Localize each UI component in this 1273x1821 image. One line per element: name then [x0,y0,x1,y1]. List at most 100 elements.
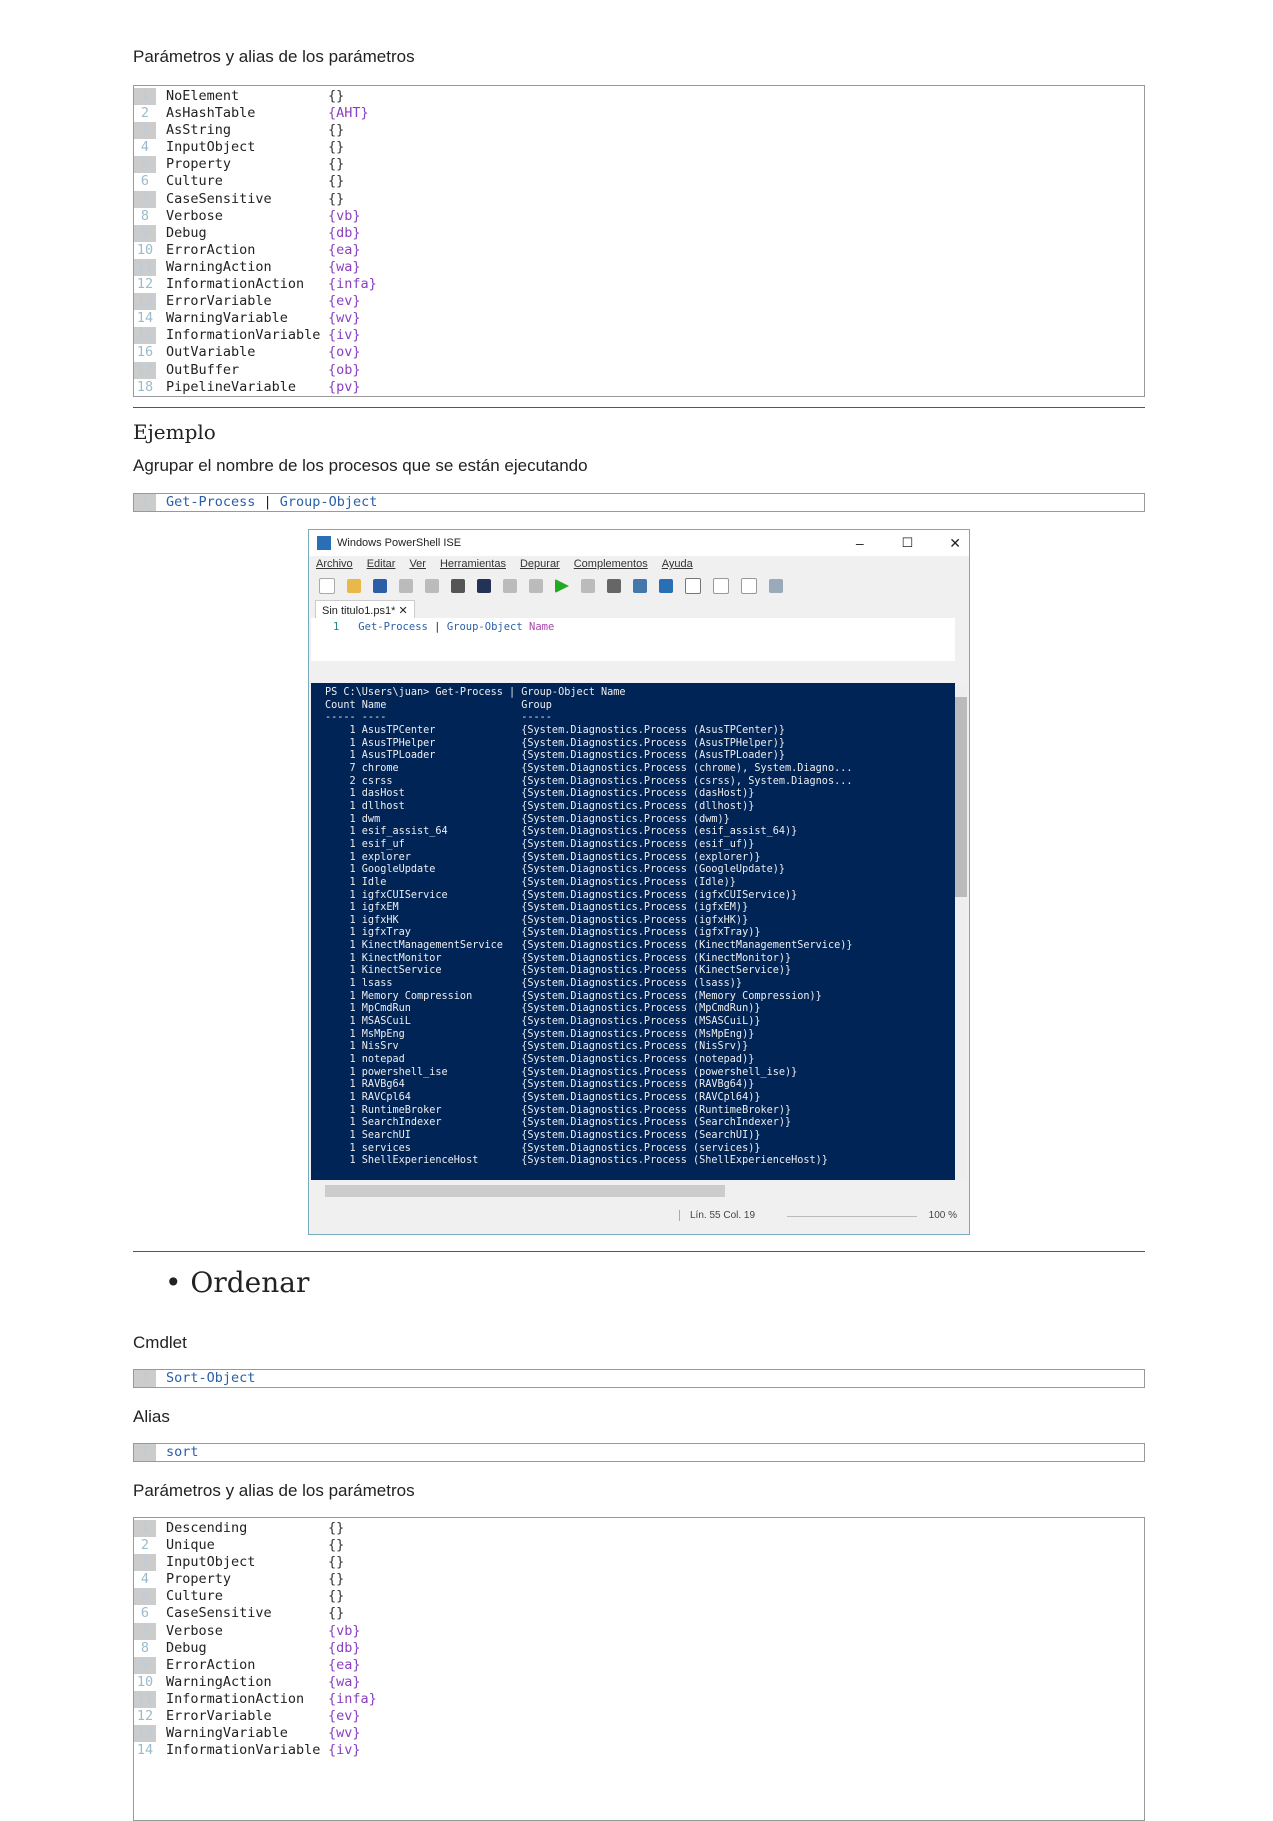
line-number: 1 [134,1370,156,1388]
example-description: Agrupar el nombre de los procesos que se… [133,456,588,475]
param-alias: {} [328,1588,345,1605]
console-row: 1 MSASCuiL {System.Diagnostics.Process (… [325,1016,761,1028]
console-row: 1 igfxEM {System.Diagnostics.Process (ig… [325,902,749,914]
console-scrollbar[interactable] [955,683,967,1180]
copy-icon[interactable] [425,579,439,593]
zoom-slider[interactable] [787,1216,917,1217]
menu-item[interactable]: Archivo [316,558,353,570]
line-number: 9 [134,1656,156,1674]
console-icon[interactable] [477,579,491,593]
menu-item[interactable]: Editar [367,558,396,570]
param-name: ErrorAction [166,241,256,258]
powershell-icon[interactable] [659,579,673,593]
horizontal-scrollbar[interactable] [325,1185,725,1197]
console-row: 1 Idle {System.Diagnostics.Process (Idle… [325,876,736,888]
menu-item[interactable]: Depurar [520,558,560,570]
close-tab-icon[interactable]: ✕ [398,605,407,617]
layout-top-icon[interactable] [685,578,701,594]
line-number: 8 [140,207,150,224]
cut-icon[interactable] [399,579,413,593]
layout-right-icon[interactable] [713,578,729,594]
menu-item[interactable]: Ayuda [662,558,693,570]
example-heading: Ejemplo [133,420,216,444]
console-row: 1 KinectService {System.Diagnostics.Proc… [325,965,792,977]
alias-label: Alias [133,1407,170,1426]
paste-icon[interactable] [451,579,465,593]
tab-script[interactable]: Sin titulo1.ps1* ✕ [315,600,415,620]
line-number: 2 [140,1537,150,1554]
code-pipe: | [427,621,447,633]
param-name: Debug [166,224,207,241]
code-pipe: | [255,494,280,510]
remote-icon[interactable] [633,579,647,593]
redo-icon[interactable] [529,579,543,593]
param-row: 12 ErrorVariable {ev} [134,1708,1144,1725]
param-name: ErrorAction [166,1656,256,1673]
title-bar: Windows PowerShell ISE – ☐ ✕ [309,530,969,556]
param-name: Descending [166,1520,248,1536]
new-icon[interactable] [319,578,335,594]
param-alias: {db} [328,1639,361,1656]
param-row: 4 InputObject {} [134,139,1144,156]
save-icon[interactable] [373,579,387,593]
param-row: 9 ErrorAction {ea} [134,1656,1144,1674]
param-row: 10 ErrorAction {ea} [134,242,1144,259]
console-row: 1 lsass {System.Diagnostics.Process (lsa… [325,978,743,990]
code-arg: Name [522,621,555,633]
menu-item[interactable]: Herramientas [440,558,506,570]
line-number: 6 [140,173,150,190]
line-number: 4 [140,139,150,156]
line-number: 14 [136,1742,154,1759]
line-number: 18 [136,378,154,395]
run-selection-icon[interactable] [581,579,595,593]
run-icon[interactable] [555,579,569,593]
param-alias: {infa} [328,1690,377,1707]
param-name: WarningVariable [166,1725,288,1742]
param-alias: {} [328,122,345,139]
line-number: 16 [136,344,154,361]
param-name: Verbose [166,207,223,224]
powershell-icon [317,536,331,550]
console-row: 1 explorer {System.Diagnostics.Process (… [325,851,761,863]
param-row: 10 WarningAction {wa} [134,1674,1144,1691]
param-row: 5 Culture {} [134,1588,1144,1606]
params-title: Parámetros y alias de los parámetros [133,1481,415,1500]
close-button[interactable]: ✕ [949,535,961,552]
param-name: CaseSensitive [166,1605,272,1622]
param-name: PipelineVariable [166,378,297,395]
powershell-ise-window: Windows PowerShell ISE – ☐ ✕ Archivo Editar V… [308,529,970,1235]
param-name: InputObject [166,139,256,156]
undo-icon[interactable] [503,579,517,593]
menu-item[interactable]: Ver [409,558,426,570]
param-name: AsString [166,122,232,139]
console-row: 1 GoogleUpdate {System.Diagnostics.Proce… [325,864,786,876]
menu-item[interactable]: Complementos [574,558,648,570]
line-number: 5 [134,156,156,174]
line-number: 13 [134,293,156,311]
param-name: InformationVariable [166,1742,321,1759]
console-row: 1 NisSrv {System.Diagnostics.Process (Ni… [325,1041,749,1053]
commands-icon[interactable] [769,579,783,593]
param-row: 8 Verbose {vb} [134,208,1144,225]
param-alias: {} [328,190,345,207]
line-number: 11 [134,258,156,277]
script-editor[interactable]: 1 Get-Process | Group-Object Name [311,618,955,661]
maximize-button[interactable]: ☐ [902,535,914,551]
divider [133,1251,1145,1252]
console-row: 1 MpCmdRun {System.Diagnostics.Process (… [325,1003,761,1015]
param-name: NoElement [166,88,240,104]
params-code-block: 1 NoElement {} 2 AsHashTable {AHT} 3 AsString {}… [133,85,1145,397]
console-prompt: PS C:\Users\juan> Get-Process | Group-Ob… [325,687,626,698]
param-alias: {pv} [328,378,361,395]
console-row: 7 chrome {System.Diagnostics.Process (ch… [325,762,853,774]
console-row: 1 RuntimeBroker {System.Diagnostics.Proc… [325,1104,792,1116]
param-row: 14 WarningVariable {wv} [134,310,1144,327]
param-alias: {ob} [328,361,361,378]
minimize-button[interactable]: – [856,535,864,551]
stop-icon[interactable] [607,579,621,593]
param-alias: {wv} [328,1725,361,1742]
open-icon[interactable] [347,579,361,593]
param-alias: {AHT} [328,105,369,122]
layout-max-icon[interactable] [741,578,757,594]
console-pane[interactable]: PS C:\Users\juan> Get-Process | Group-Ob… [311,683,955,1180]
